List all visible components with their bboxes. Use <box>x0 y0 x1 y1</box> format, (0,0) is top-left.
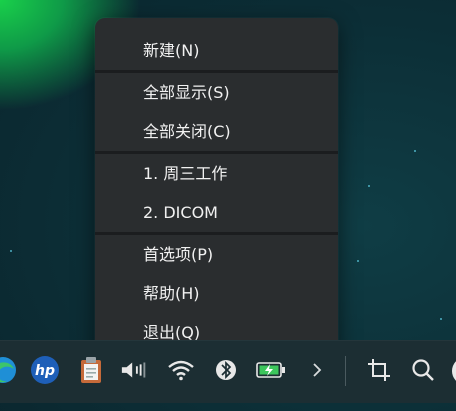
wifi-icon[interactable] <box>166 355 196 385</box>
volume-icon[interactable] <box>120 355 150 385</box>
menu-item-show-all[interactable]: 全部显示(S) <box>95 73 338 112</box>
menu-item-help[interactable]: 帮助(H) <box>95 274 338 313</box>
svg-text:hp: hp <box>35 363 55 379</box>
battery-charging-icon[interactable] <box>256 355 286 385</box>
wallpaper-speck <box>440 318 442 320</box>
tray-context-menu: 新建(N) 全部显示(S) 全部关闭(C) 1. 周三工作 2. DICOM 首… <box>95 18 338 364</box>
crop-icon[interactable] <box>364 355 394 385</box>
taskbar-divider <box>345 356 346 386</box>
menu-item-note-1[interactable]: 1. 周三工作 <box>95 154 338 193</box>
menu-item-preferences[interactable]: 首选项(P) <box>95 235 338 274</box>
clipboard-icon[interactable] <box>76 355 106 385</box>
wallpaper-speck <box>357 260 359 262</box>
wallpaper-speck <box>10 250 12 252</box>
wallpaper-speck <box>368 185 370 187</box>
bluetooth-icon[interactable] <box>211 355 241 385</box>
edge-icon[interactable] <box>0 355 18 385</box>
menu-item-new[interactable]: 新建(N) <box>95 31 338 70</box>
menu-item-note-2[interactable]: 2. DICOM <box>95 193 338 232</box>
chevron-right-icon[interactable] <box>302 355 332 385</box>
search-icon[interactable] <box>408 355 438 385</box>
wallpaper-speck <box>414 150 416 152</box>
hp-icon[interactable]: hp <box>30 355 60 385</box>
menu-item-close-all[interactable]: 全部关闭(C) <box>95 112 338 151</box>
